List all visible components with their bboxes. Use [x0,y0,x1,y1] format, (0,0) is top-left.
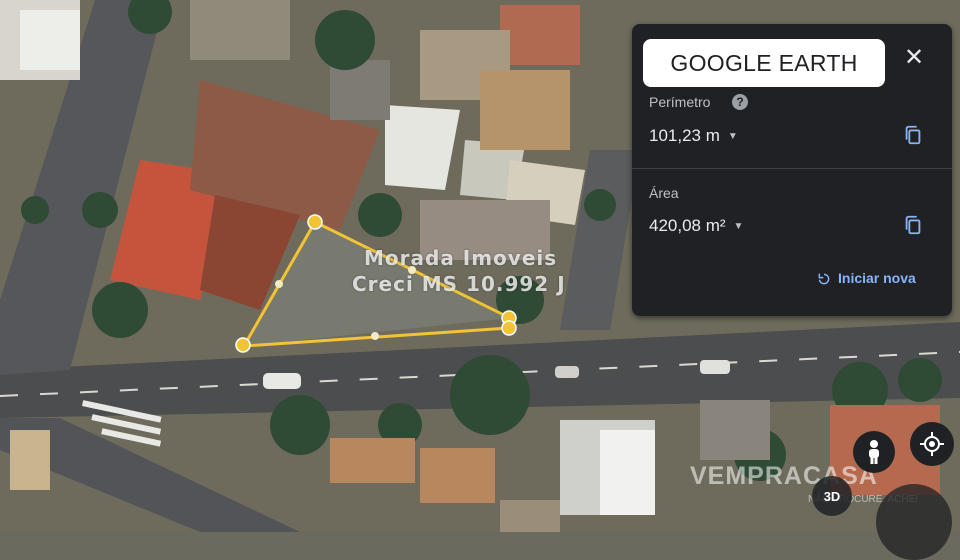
pegman-button[interactable] [853,431,895,473]
polygon-midpoint [275,280,283,288]
measure-panel: GOOGLE EARTH ✕ Perímetro ? 101,23 m ▼ Áre… [632,24,952,316]
pegman-icon [869,440,879,464]
perimeter-value: 101,23 m [649,126,720,145]
help-icon[interactable]: ? [732,94,748,110]
perimeter-value-dropdown[interactable]: 101,23 m ▼ [649,126,738,146]
watermark-line1: Morada Imoveis [364,246,558,270]
divider [632,168,952,169]
area-value-dropdown[interactable]: 420,08 m² ▼ [649,216,743,236]
3d-toggle-button[interactable]: 3D [812,476,852,516]
perimeter-label: Perímetro [649,94,711,110]
polygon-vertex [235,337,251,353]
watermark-line2: Creci MS 10.992 J [352,272,566,296]
polygon-vertex [501,320,517,336]
my-location-button[interactable] [910,422,954,466]
caret-down-icon: ▼ [727,131,738,143]
area-value: 420,08 m² [649,216,726,235]
polygon-midpoint [371,332,379,340]
panel-title: GOOGLE EARTH [643,39,885,87]
restart-button[interactable]: Iniciar nova [816,270,916,287]
close-icon[interactable]: ✕ [902,46,926,70]
compass-icon[interactable] [876,484,952,560]
undo-icon [818,273,830,285]
restart-label: Iniciar nova [838,270,916,286]
area-label: Área [649,185,679,201]
copy-icon[interactable] [902,214,924,236]
caret-down-icon: ▼ [733,221,744,233]
copy-icon[interactable] [902,124,924,146]
my-location-icon [920,432,944,456]
polygon-vertex [307,214,323,230]
